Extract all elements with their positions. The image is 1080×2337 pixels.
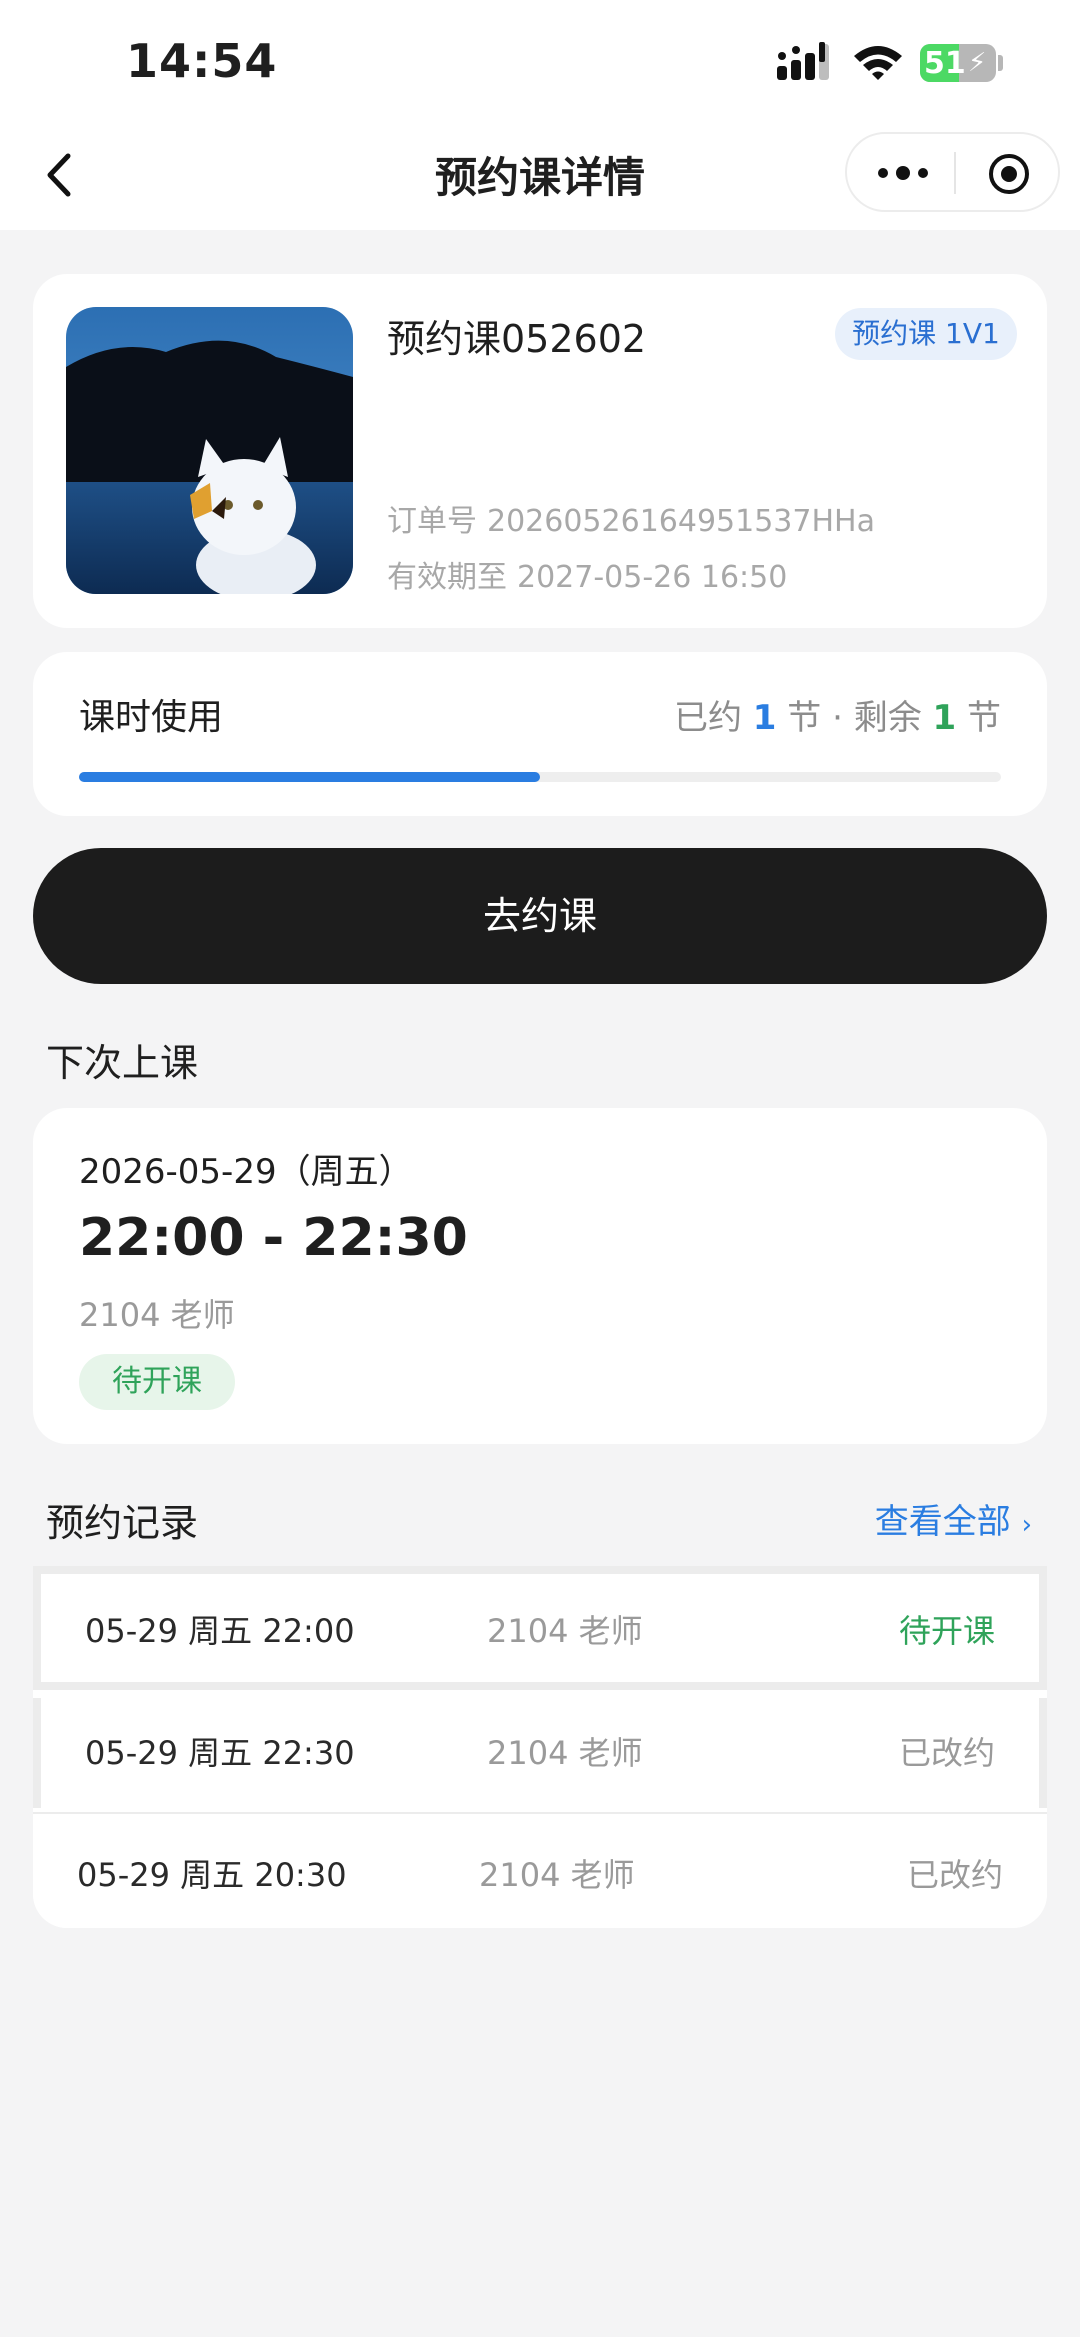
capsule-divider bbox=[954, 152, 956, 194]
remaining-unit: 节 bbox=[967, 698, 1001, 738]
booked-unit: 节 bbox=[787, 698, 822, 738]
expiry-label: 有效期至 bbox=[387, 560, 507, 595]
view-all-label: 查看全部 bbox=[874, 1502, 1011, 1542]
next-class-teacher: 2104 老师 bbox=[79, 1296, 235, 1334]
booked-count: 1 bbox=[752, 698, 777, 738]
records-list: 05-29 周五 22:00 2104 老师 待开课 05-29 周五 22:3… bbox=[33, 1566, 1047, 1928]
records-title: 预约记录 bbox=[46, 1501, 199, 1545]
next-class-time: 22:00 - 22:30 bbox=[79, 1208, 468, 1268]
booked-label: 已约 bbox=[673, 698, 742, 738]
record-status: 待开课 bbox=[898, 1612, 995, 1650]
record-time: 05-29 周五 22:00 bbox=[85, 1612, 355, 1650]
usage-title: 课时使用 bbox=[79, 697, 224, 738]
more-icon[interactable] bbox=[875, 158, 931, 188]
usage-summary: 已约 1 节 · 剩余 1 节 bbox=[674, 690, 1001, 739]
record-status: 已改约 bbox=[906, 1856, 1003, 1894]
record-row[interactable]: 05-29 周五 20:30 2104 老师 已改约 bbox=[33, 1812, 1047, 1928]
course-type-badge: 预约课 1V1 bbox=[835, 308, 1017, 360]
remaining-count: 1 bbox=[932, 698, 957, 738]
remaining-label: 剩余 bbox=[853, 698, 922, 738]
order-value: 20260526164951537HHa bbox=[487, 504, 875, 539]
record-row[interactable]: 05-29 周五 22:30 2104 老师 已改约 bbox=[33, 1698, 1047, 1808]
expiry-value: 2027-05-26 16:50 bbox=[517, 560, 788, 595]
expiry-date: 有效期至 2027-05-26 16:50 bbox=[387, 552, 797, 596]
record-teacher: 2104 老师 bbox=[479, 1856, 635, 1894]
course-name: 预约课052602 bbox=[387, 317, 647, 361]
miniprogram-capsule bbox=[845, 132, 1060, 212]
close-miniprogram-icon[interactable] bbox=[987, 152, 1031, 196]
record-time: 05-29 周五 22:30 bbox=[85, 1734, 355, 1772]
battery-level: 51 bbox=[924, 46, 966, 81]
next-class-status: 待开课 bbox=[79, 1354, 235, 1410]
usage-progress-fill bbox=[79, 772, 540, 782]
record-status: 已改约 bbox=[898, 1734, 995, 1772]
order-label: 订单号 bbox=[387, 504, 477, 539]
back-arrow-icon[interactable] bbox=[38, 148, 82, 202]
usage-progress-track bbox=[79, 772, 1001, 782]
record-time: 05-29 周五 20:30 bbox=[77, 1856, 347, 1894]
next-class-date: 2026-05-29（周五） bbox=[79, 1152, 413, 1192]
next-class-title: 下次上课 bbox=[46, 1041, 199, 1085]
wifi-icon bbox=[854, 46, 902, 80]
record-teacher: 2104 老师 bbox=[487, 1734, 643, 1772]
chevron-right-icon: › bbox=[1021, 1510, 1032, 1540]
course-card: 预约课052602 预约课 1V1 订单号 20260526164951537HH… bbox=[33, 274, 1047, 628]
cellular-signal-icon bbox=[777, 42, 829, 80]
book-class-button[interactable]: 去约课 bbox=[33, 848, 1047, 984]
page: 14:54 51 ⚡ 预约课详情 预约课052602 预约课 1V1 订单号 2… bbox=[0, 0, 1080, 2337]
battery-icon: 51 ⚡ bbox=[920, 44, 996, 82]
order-number: 订单号 20260526164951537HHa bbox=[387, 496, 885, 540]
course-thumbnail bbox=[66, 307, 353, 594]
summary-separator: · bbox=[832, 698, 843, 738]
battery-cap bbox=[998, 55, 1003, 71]
nav-bar: 预约课详情 bbox=[0, 120, 1080, 230]
view-all-link[interactable]: 查看全部 › bbox=[875, 1494, 1032, 1543]
usage-card: 课时使用 已约 1 节 · 剩余 1 节 bbox=[33, 652, 1047, 816]
status-time: 14:54 bbox=[126, 34, 278, 88]
record-teacher: 2104 老师 bbox=[487, 1612, 643, 1650]
next-class-card[interactable]: 2026-05-29（周五） 22:00 - 22:30 2104 老师 待开课 bbox=[33, 1108, 1047, 1444]
status-bar: 14:54 51 ⚡ bbox=[0, 0, 1080, 120]
charging-bolt-icon: ⚡ bbox=[968, 48, 987, 78]
record-row[interactable]: 05-29 周五 22:00 2104 老师 待开课 bbox=[33, 1566, 1047, 1690]
